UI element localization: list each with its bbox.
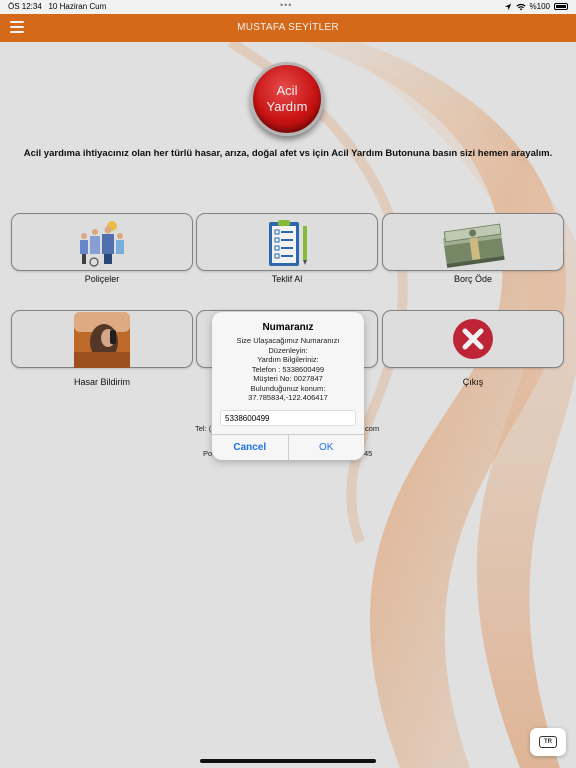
home-indicator[interactable] — [200, 759, 376, 763]
dialog-message-line: Yardım Bilgileriniz: — [257, 355, 319, 364]
dialog-buttons: Cancel OK — [212, 434, 364, 460]
tile-hasar-bildirim[interactable]: Hasar Bildirim — [11, 310, 193, 387]
emergency-description: Acil yardıma ihtiyacınız olan her türlü … — [23, 148, 553, 159]
phone-call-icon — [74, 312, 130, 368]
location-arrow-icon — [504, 3, 511, 10]
status-indicators: %100 — [504, 2, 568, 11]
page-title: MUSTAFA SEYİTLER — [237, 22, 339, 33]
status-bar: ÖS 12:34 10 Haziran Cum ••• %100 — [0, 0, 576, 14]
dialog-message-line: Bulunduğunuz konum: — [250, 383, 326, 393]
contact-posta-suffix: 45 — [364, 449, 373, 458]
dialog-message: Size Ulaşacağımız Numaranızı Düzenleyin:… — [212, 336, 364, 403]
battery-icon — [554, 3, 568, 10]
contact-posta-prefix: Po — [203, 449, 213, 458]
contact-tel-suffix: com — [365, 424, 380, 433]
dialog-message-line: 37.785834,-122.406417 — [248, 393, 328, 402]
tile-borc-ode[interactable]: Borç Öde — [382, 213, 564, 284]
ok-button[interactable]: OK — [289, 435, 365, 460]
clipboard-icon — [269, 220, 307, 266]
tile-label-cikis: Çıkış — [462, 377, 484, 387]
dialog-title: Numaranız — [262, 322, 314, 333]
family-icon — [80, 221, 124, 267]
tile-cikis[interactable]: Çıkış — [382, 310, 564, 387]
tile-policeler[interactable]: Poliçeler — [11, 213, 193, 284]
tile-label-hasar-bildirim: Hasar Bildirim — [73, 377, 130, 387]
battery-percent: %100 — [529, 2, 550, 11]
wifi-icon — [515, 3, 526, 10]
tile-label-borc-ode: Borç Öde — [453, 274, 493, 284]
multitasking-dots-icon[interactable]: ••• — [280, 0, 292, 10]
phone-number-dialog: Numaranız Size Ulaşacağımız Numaranızı D… — [212, 312, 364, 460]
tile-label-policeler: Poliçeler — [84, 274, 120, 284]
tile-teklif-al[interactable]: Teklif Al — [196, 213, 378, 284]
status-date: 10 Haziran Cum — [48, 2, 107, 11]
language-icon: TR — [539, 736, 557, 748]
money-icon — [443, 223, 505, 268]
cancel-button[interactable]: Cancel — [212, 435, 289, 460]
emergency-button-line1: Acil — [276, 83, 298, 98]
emergency-button-line2: Yardım — [266, 99, 308, 114]
navigation-bar: MUSTAFA SEYİTLER — [0, 14, 576, 42]
exit-icon — [453, 319, 493, 359]
dialog-message-line: Müşteri No: 0027847 — [253, 374, 323, 383]
language-button[interactable]: TR — [530, 728, 566, 756]
dialog-message-line: Telefon : 5338600499 — [251, 364, 325, 374]
contact-tel-prefix: Tel: ( — [195, 424, 212, 433]
emergency-help-button[interactable]: Acil Yardım — [250, 62, 324, 136]
phone-number-input[interactable] — [220, 410, 356, 426]
status-time: ÖS 12:34 — [8, 2, 42, 11]
dialog-message-line: Size Ulaşacağımız Numaranızı — [236, 336, 340, 345]
status-time-date: ÖS 12:34 10 Haziran Cum — [8, 2, 106, 11]
tile-label-teklif-al: Teklif Al — [271, 274, 303, 284]
dialog-message-line: Düzenleyin: — [268, 345, 308, 355]
